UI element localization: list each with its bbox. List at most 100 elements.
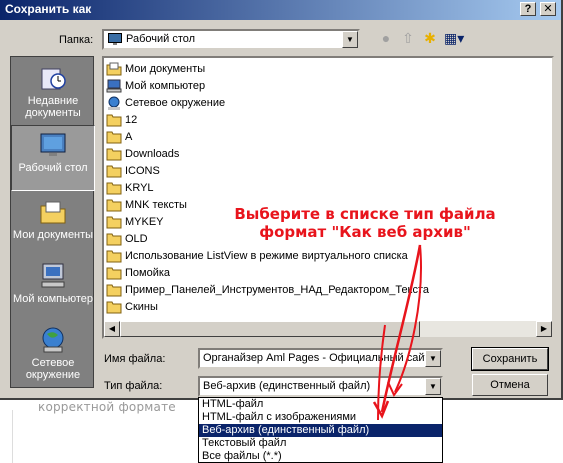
list-item[interactable]: Сетевое окружение xyxy=(106,94,225,111)
place-recent[interactable]: Недавние документы xyxy=(11,59,95,125)
filename-value: Органайзер Aml Pages - Официальный сайт xyxy=(203,352,425,364)
list-item[interactable]: Мои документы xyxy=(106,60,205,77)
file-name: ICONS xyxy=(125,164,160,177)
list-item[interactable]: ICONS xyxy=(106,162,160,179)
file-name: Downloads xyxy=(125,147,180,160)
cancel-button[interactable]: Отмена xyxy=(472,374,548,396)
place-my-computer[interactable]: Мой компьютер xyxy=(11,257,95,323)
list-item[interactable]: Скины xyxy=(106,298,158,315)
my-computer-icon xyxy=(106,79,122,92)
dialog-title: Сохранить как xyxy=(5,2,92,16)
place-my-documents[interactable]: Мои документы xyxy=(11,193,95,259)
place-desktop[interactable]: Рабочий стол xyxy=(11,125,95,191)
save-button[interactable]: Сохранить xyxy=(471,347,549,371)
folder-icon xyxy=(106,301,122,313)
filetype-value: Веб-архив (единственный файл) xyxy=(203,380,371,392)
list-item[interactable]: KRYL xyxy=(106,179,154,196)
list-item[interactable]: Downloads xyxy=(106,145,179,162)
file-name: 12 xyxy=(125,113,138,126)
folder-icon xyxy=(106,284,122,296)
folder-icon xyxy=(106,233,122,245)
help-button[interactable]: ? xyxy=(520,2,536,16)
close-button[interactable]: ✕ xyxy=(540,2,556,16)
filetype-option[interactable]: HTML-файл с изображениями xyxy=(199,411,442,424)
filename-label: Имя файла: xyxy=(104,353,166,365)
desktop-icon xyxy=(40,133,66,156)
file-name: Мои документы xyxy=(125,62,206,75)
folder-icon xyxy=(106,199,122,211)
list-item[interactable]: Мой компьютер xyxy=(106,77,205,94)
annotation-text: Выберите в списке тип файла формат "Как … xyxy=(220,205,510,241)
file-name: Скины xyxy=(125,300,158,313)
folder-icon xyxy=(106,182,122,194)
place-my-computer-label: Мой компьютер xyxy=(12,293,94,305)
filetype-option[interactable]: Все файлы (*.*) xyxy=(199,450,442,462)
background-divider xyxy=(12,410,13,463)
title-bar[interactable]: Сохранить как ? ✕ xyxy=(0,0,561,20)
file-name: MYKEY xyxy=(125,215,164,228)
folder-value: Рабочий стол xyxy=(126,33,196,45)
place-recent-label: Недавние документы xyxy=(25,95,81,119)
folder-label: Папка: xyxy=(59,34,94,46)
chevron-down-icon[interactable]: ▼ xyxy=(425,378,441,395)
place-network[interactable]: Сетевое окружение xyxy=(11,321,95,387)
place-desktop-label: Рабочий стол xyxy=(18,162,88,174)
folder-combo[interactable]: Рабочий стол ▼ xyxy=(102,29,360,50)
my-documents-icon xyxy=(106,62,122,75)
annotation-line-2: формат "Как веб архив" xyxy=(259,223,471,241)
filetype-option-selected[interactable]: Веб-архив (единственный файл) xyxy=(199,424,442,437)
file-name: Пример_Панелей_Инструментов_НАд_Редактор… xyxy=(125,283,430,296)
scroll-thumb[interactable] xyxy=(120,321,420,337)
file-name: A xyxy=(125,130,133,143)
place-my-documents-label: Мои документы xyxy=(12,229,94,241)
new-folder-icon[interactable]: ✱ xyxy=(420,28,440,48)
folder-icon xyxy=(106,267,122,279)
desktop-icon xyxy=(108,33,122,45)
save-as-dialog: Сохранить как ? ✕ Папка: Рабочий стол ▼ … xyxy=(0,0,563,400)
my-computer-icon xyxy=(41,263,65,288)
filetype-dropdown-list[interactable]: HTML-файл HTML-файл с изображениями Веб-… xyxy=(198,397,443,463)
filetype-select[interactable]: Веб-архив (единственный файл) ▼ xyxy=(198,376,443,397)
folder-icon xyxy=(106,165,122,177)
recent-documents-icon xyxy=(41,68,66,90)
filetype-label: Тип файла: xyxy=(104,380,163,392)
list-item[interactable]: A xyxy=(106,128,132,145)
list-item[interactable]: Помойка xyxy=(106,264,170,281)
file-list[interactable]: Мои документы Мой компьютер Сетевое окру… xyxy=(102,56,554,339)
filetype-option[interactable]: Текстовый файл xyxy=(199,437,442,450)
list-item[interactable]: Использование ListView в режиме виртуаль… xyxy=(106,247,408,264)
filename-input[interactable]: Органайзер Aml Pages - Официальный сайт … xyxy=(198,348,443,369)
list-item[interactable]: MYKEY xyxy=(106,213,164,230)
background-text: корректной формате xyxy=(38,400,176,414)
chevron-down-icon[interactable]: ▼ xyxy=(425,350,441,367)
horizontal-scrollbar[interactable]: ◀ ▶ xyxy=(104,321,552,337)
scroll-left-icon[interactable]: ◀ xyxy=(104,321,120,337)
file-name: Использование ListView в режиме виртуаль… xyxy=(125,249,408,262)
list-item[interactable]: OLD xyxy=(106,230,148,247)
my-documents-icon xyxy=(40,201,66,224)
scroll-right-icon[interactable]: ▶ xyxy=(536,321,552,337)
view-menu-icon[interactable]: ▦▾ xyxy=(444,28,464,48)
up-folder-icon[interactable]: ⇧ xyxy=(398,28,418,48)
network-icon xyxy=(108,96,120,110)
file-name: Помойка xyxy=(125,266,171,279)
folder-icon xyxy=(106,131,122,143)
folder-icon xyxy=(106,216,122,228)
chevron-down-icon[interactable]: ▼ xyxy=(342,31,358,48)
file-name: Мой компьютер xyxy=(125,79,206,92)
file-name: MNK тексты xyxy=(125,198,187,211)
place-network-label: Сетевое окружение xyxy=(25,357,81,381)
file-name: Сетевое окружение xyxy=(125,96,226,109)
list-item[interactable]: MNK тексты xyxy=(106,196,187,213)
file-name: KRYL xyxy=(125,181,154,194)
network-icon xyxy=(42,327,64,353)
places-bar: Недавние документы Рабочий стол Мои доку… xyxy=(10,56,95,388)
filetype-option[interactable]: HTML-файл xyxy=(199,398,442,411)
back-icon[interactable]: ● xyxy=(376,28,396,48)
file-name: OLD xyxy=(125,232,148,245)
folder-icon xyxy=(106,148,122,160)
annotation-line-1: Выберите в списке тип файла xyxy=(234,205,496,223)
list-item[interactable]: Пример_Панелей_Инструментов_НАд_Редактор… xyxy=(106,281,429,298)
list-item[interactable]: 12 xyxy=(106,111,137,128)
folder-icon xyxy=(106,250,122,262)
